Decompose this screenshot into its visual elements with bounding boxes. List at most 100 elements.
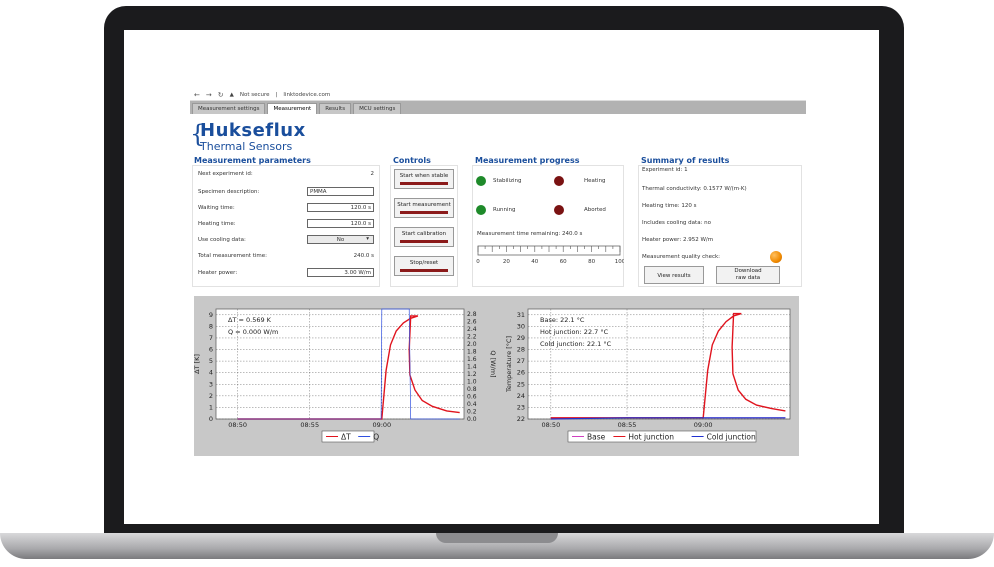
start-calibration-button[interactable]: Start calibration (394, 227, 454, 247)
y-tick-label: 30 (517, 322, 525, 330)
y2-tick-label: 0.0 (467, 416, 477, 423)
parameters-title: Measurement parameters (194, 156, 311, 165)
address-bar: ← → ↻ ▲ Not secure | linktodevice.com (190, 90, 806, 101)
start-when-stable-label: Start when stable (399, 173, 449, 179)
stop-reset-label: Stop/reset (409, 260, 439, 266)
warning-icon: ▲ (229, 92, 234, 98)
y2-tick-label: 2.8 (467, 311, 477, 318)
temperature-chart: 22 23 24 25 26 27 28 29 30 31 08:50 08:55 09:00 Tempe… (505, 308, 791, 443)
heating-input[interactable]: 120.0 s (307, 219, 374, 228)
annotation-text: Hot junction: 22.7 °C (540, 328, 609, 336)
download-label-line1: Download (734, 268, 762, 274)
y-tick-label: 25 (517, 380, 525, 388)
progress-scale-label: 20 (503, 259, 510, 265)
y2-tick-label: 0.4 (467, 401, 477, 408)
button-indicator (400, 269, 448, 272)
progress-title: Measurement progress (475, 156, 580, 165)
waiting-input[interactable]: 120.0 s (307, 203, 374, 212)
tab-mcu-settings[interactable]: MCU settings (353, 103, 402, 114)
download-raw-data-button[interactable]: Download raw data (716, 266, 780, 284)
summary-conductivity: Thermal conductivity: 0.1577 W/(m·K) (642, 186, 747, 192)
legend-label: Base (587, 433, 606, 442)
y2-tick-label: 1.4 (467, 363, 477, 370)
y2-tick-label: 2.4 (467, 326, 477, 333)
stabilizing-label: Stabilizing (493, 178, 522, 184)
y-axis-label: Temperature [°C] (505, 336, 513, 393)
chart-legend: ΔT Q (321, 430, 379, 443)
cooling-select[interactable]: No ▾ (307, 235, 374, 244)
y2-tick-label: 1.8 (467, 348, 477, 355)
y2-tick-label: 0.2 (467, 408, 477, 415)
x-tick-label: 08:50 (228, 421, 247, 429)
aborted-led-icon (554, 205, 564, 215)
tab-measurement-settings[interactable]: Measurement settings (192, 103, 266, 114)
y-tick-label: 24 (517, 392, 525, 400)
y-tick-label: 5 (209, 357, 213, 365)
y2-tick-label: 1.0 (467, 378, 477, 385)
running-led-icon (476, 205, 486, 215)
legend-label: Cold junction (707, 433, 756, 442)
logo-name: Hukseflux (200, 120, 306, 141)
legend-label: Q (373, 433, 379, 442)
annotation-text: Cold junction: 22.1 °C (540, 340, 612, 348)
summary-cooling: Includes cooling data: no (642, 220, 712, 226)
forward-icon[interactable]: → (206, 91, 212, 99)
time-remaining-label: Measurement time remaining: 240.0 s (477, 231, 583, 237)
progress-scale-label: 0 (476, 259, 480, 265)
x-tick-label: 09:00 (372, 421, 391, 429)
y2-tick-label: 2.6 (467, 318, 477, 325)
heating-label-progress: Heating (584, 178, 606, 184)
x-tick-label: 09:00 (694, 421, 713, 429)
laptop-notch (436, 533, 558, 543)
power-input[interactable]: 3.00 W/m (307, 268, 374, 277)
progress-scale-label: 100 (615, 259, 624, 265)
tab-measurement[interactable]: Measurement (267, 103, 318, 114)
y2-tick-label: 1.6 (467, 356, 477, 363)
next-id-label: Next experiment id: (198, 171, 253, 177)
url-text[interactable]: linktodevice.com (283, 92, 330, 98)
y-tick-label: 8 (209, 322, 213, 330)
progress-scale-label: 80 (588, 259, 595, 265)
total-value: 240.0 s (353, 253, 374, 259)
power-label: Heater power: (198, 270, 238, 276)
aborted-label: Aborted (584, 207, 606, 213)
stop-reset-button[interactable]: Stop/reset (394, 256, 454, 276)
back-icon[interactable]: ← (194, 91, 200, 99)
legend-label: ΔT (341, 433, 351, 442)
cooling-label: Use cooling data: (198, 237, 246, 243)
y-tick-label: 7 (209, 334, 213, 342)
total-label: Total measurement time: (198, 253, 267, 259)
view-results-button[interactable]: View results (644, 266, 704, 284)
specimen-input[interactable]: PMMA (307, 187, 374, 196)
start-when-stable-button[interactable]: Start when stable (394, 169, 454, 189)
progress-scale: 0 20 40 60 80 100 (476, 245, 624, 265)
delta-t-chart: 0 1 2 3 4 5 6 7 8 9 08:50 08:55 09:00 ΔT [K] 0.00.20.4… (194, 308, 496, 443)
quality-label: Measurement quality check: (642, 254, 721, 260)
tab-bar: Measurement settings Measurement Results… (190, 101, 806, 114)
reload-icon[interactable]: ↻ (218, 91, 224, 99)
chart-legend: Base Hot junction Cold junction (567, 430, 757, 443)
plots-area: 0 1 2 3 4 5 6 7 8 9 08:50 08:55 09:00 ΔT [K] 0.0 0.2 0.4… (194, 296, 799, 456)
url-separator: | (275, 92, 278, 98)
waiting-label: Waiting time: (198, 205, 235, 211)
y2-tick-label: 1.2 (467, 371, 477, 378)
y-tick-label: 26 (517, 369, 525, 377)
start-measurement-button[interactable]: Start measurement (394, 198, 454, 218)
y-tick-label: 9 (209, 311, 213, 319)
summary-heater-power: Heater power: 2.952 W/m (642, 237, 714, 243)
view-results-label: View results (657, 273, 691, 279)
button-indicator (400, 240, 448, 243)
progress-scale-label: 40 (531, 259, 538, 265)
laptop-screen: ← → ↻ ▲ Not secure | linktodevice.com Me… (124, 30, 879, 524)
progress-scale-label: 60 (560, 259, 567, 265)
button-indicator (400, 182, 448, 185)
annotation-text: ΔT = 0.569 K (228, 316, 272, 324)
annotation-text: Base: 22.1 °C (540, 316, 585, 324)
y2-tick-label: 2.0 (467, 341, 477, 348)
tab-results[interactable]: Results (319, 103, 352, 114)
browser-window: ← → ↻ ▲ Not secure | linktodevice.com Me… (190, 90, 806, 460)
start-measurement-label: Start measurement (397, 202, 451, 208)
app-content: { Hukseflux Thermal Sensors Measurement … (190, 114, 806, 460)
y-tick-label: 3 (209, 380, 213, 388)
logo-subtitle: Thermal Sensors (200, 140, 293, 153)
